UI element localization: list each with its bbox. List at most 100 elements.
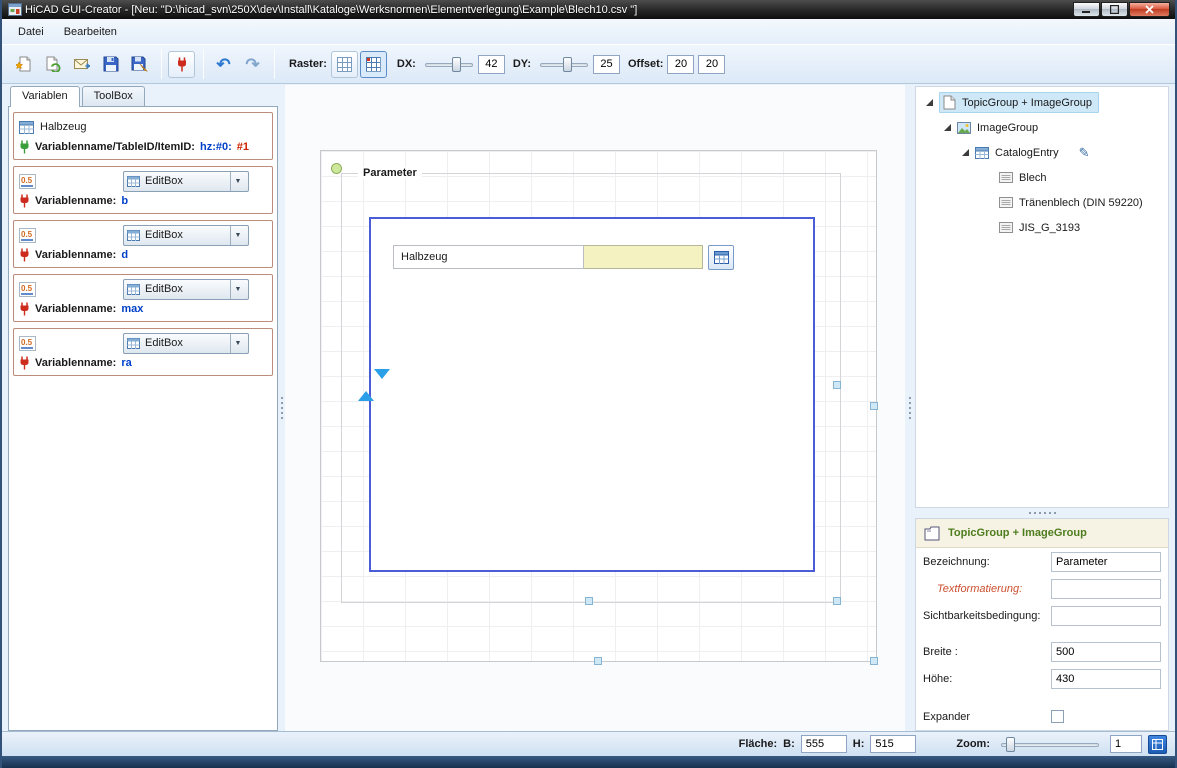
control-type-dropdown[interactable]: EditBox ▼ [123,225,249,246]
tab-toolbox[interactable]: ToolBox [82,86,145,106]
dy-slider[interactable] [539,55,589,74]
tab-variablen[interactable]: Variablen [10,86,80,107]
zoom-slider-thumb[interactable] [1006,737,1015,752]
dy-slider-thumb[interactable] [563,57,572,72]
undo-icon: ↶ [216,56,230,73]
expander-checkbox[interactable] [1051,710,1064,723]
redo-button[interactable]: ↷ [239,51,266,78]
hoehe-input[interactable] [1051,669,1161,689]
halbzeug-field-label: Halbzeug [393,245,584,269]
design-canvas[interactable]: Parameter Halbzeug [285,85,905,731]
new-from-template-button[interactable] [39,51,66,78]
variable-pin-button[interactable] [168,51,195,78]
variable-card-max[interactable]: 0.5 EditBox ▼ Variablenname: max [13,274,273,322]
variable-name-value: ra [121,357,131,369]
form-design-surface[interactable]: Parameter Halbzeug [320,150,877,662]
tree-item-jis[interactable]: JIS_G_3193 [916,215,1168,240]
parameter-groupbox[interactable]: Parameter Halbzeug [341,173,841,603]
right-splitter[interactable] [906,85,913,731]
chevron-down-icon: ▼ [230,280,245,299]
tree-item-traenenblech[interactable]: Tränenblech (DIN 59220) [916,190,1168,215]
sichtbarkeit-input[interactable] [1051,606,1161,626]
tree-item-catalogentry[interactable]: CatalogEntry ✎ [916,140,1168,165]
tree-item-label: ImageGroup [977,122,1038,134]
flaeche-label: Fläche: [739,738,778,750]
tree-item-imagegroup[interactable]: ImageGroup [916,115,1168,140]
control-type-value: EditBox [145,229,183,241]
dx-slider-thumb[interactable] [452,57,461,72]
raster-grid-button[interactable] [331,51,358,78]
new-file-button[interactable] [10,51,37,78]
prop-row-textformatierung: Textformatierung: [916,575,1168,602]
bezeichnung-input[interactable] [1051,552,1161,572]
flaeche-b-input[interactable] [801,735,847,753]
menu-datei[interactable]: Datei [8,22,54,42]
tree-item-blech[interactable]: Blech [916,165,1168,190]
halbzeug-field-row[interactable]: Halbzeug [393,245,734,269]
offset-y-input[interactable] [698,55,725,74]
variable-card-ra[interactable]: 0.5 EditBox ▼ Variablenname: ra [13,328,273,376]
dy-label: DY: [513,58,531,70]
redo-icon: ↷ [245,56,259,73]
variable-card-d[interactable]: 0.5 EditBox ▼ Variablenname: d [13,220,273,268]
tree-item-label: TopicGroup + ImageGroup [962,97,1092,109]
import-button[interactable] [68,51,95,78]
dx-slider[interactable] [424,55,474,74]
svg-text:0.5: 0.5 [21,338,33,347]
horizontal-splitter[interactable] [915,508,1169,517]
edit-pencil-icon[interactable]: ✎ [1079,145,1090,161]
dx-input[interactable] [478,55,505,74]
control-type-value: EditBox [145,337,183,349]
textformatierung-input[interactable] [1051,579,1161,599]
dy-input[interactable] [593,55,620,74]
resize-handle[interactable] [585,597,593,605]
table-icon [127,230,140,241]
raster-snap-button[interactable] [360,51,387,78]
expander-icon[interactable] [962,149,969,156]
breite-input[interactable] [1051,642,1161,662]
expander-icon[interactable] [926,99,933,106]
plug-disconnected-icon [19,302,30,316]
value-05-icon: 0.5 [19,174,36,189]
table-icon [127,338,140,349]
variable-name-value: b [121,195,128,207]
toolbar: ↶ ↷ Raster: DX: DY: Offset: [2,44,1175,84]
resize-handle[interactable] [870,402,878,410]
catalog-browse-button[interactable] [708,245,734,270]
variable-card-b[interactable]: 0.5 EditBox ▼ Variablenname: b [13,166,273,214]
expander-label: Expander [923,711,1051,723]
flaeche-h-input[interactable] [870,735,916,753]
menu-bearbeiten[interactable]: Bearbeiten [54,22,127,42]
control-type-dropdown[interactable]: EditBox ▼ [123,333,249,354]
zoom-input[interactable] [1110,735,1142,753]
save-as-button[interactable] [126,51,153,78]
control-type-dropdown[interactable]: EditBox ▼ [123,279,249,300]
raster-label: Raster: [289,58,327,70]
value-05-icon: 0.5 [19,336,36,351]
vertical-resize-arrows-icon[interactable] [358,379,374,391]
expander-icon[interactable] [944,124,951,131]
resize-handle[interactable] [833,597,841,605]
control-type-dropdown[interactable]: EditBox ▼ [123,171,249,192]
control-type-value: EditBox [145,175,183,187]
offset-x-input[interactable] [667,55,694,74]
minimize-button[interactable] [1073,2,1100,17]
left-splitter[interactable] [278,85,285,731]
maximize-button[interactable] [1101,2,1128,17]
tree-item-label: JIS_G_3193 [1019,222,1080,234]
save-button[interactable] [97,51,124,78]
undo-button[interactable]: ↶ [210,51,237,78]
resize-handle[interactable] [594,657,602,665]
close-button[interactable] [1129,2,1170,17]
resize-handle[interactable] [833,381,841,389]
halbzeug-field-input[interactable] [584,245,703,269]
panel-toggle-button[interactable] [1148,735,1167,754]
tree-item-topicgroup[interactable]: TopicGroup + ImageGroup [916,90,1168,115]
chevron-down-icon: ▼ [230,226,245,245]
selected-imagegroup-rect[interactable]: Halbzeug [369,217,815,572]
resize-handle[interactable] [870,657,878,665]
b-label: B: [783,738,795,750]
halbzeug-card[interactable]: Halbzeug Variablenname/TableID/ItemID: h… [13,112,273,160]
zoom-slider[interactable] [1000,735,1100,754]
left-panel: Variablen ToolBox Halbzeug Variablenname… [8,86,278,731]
